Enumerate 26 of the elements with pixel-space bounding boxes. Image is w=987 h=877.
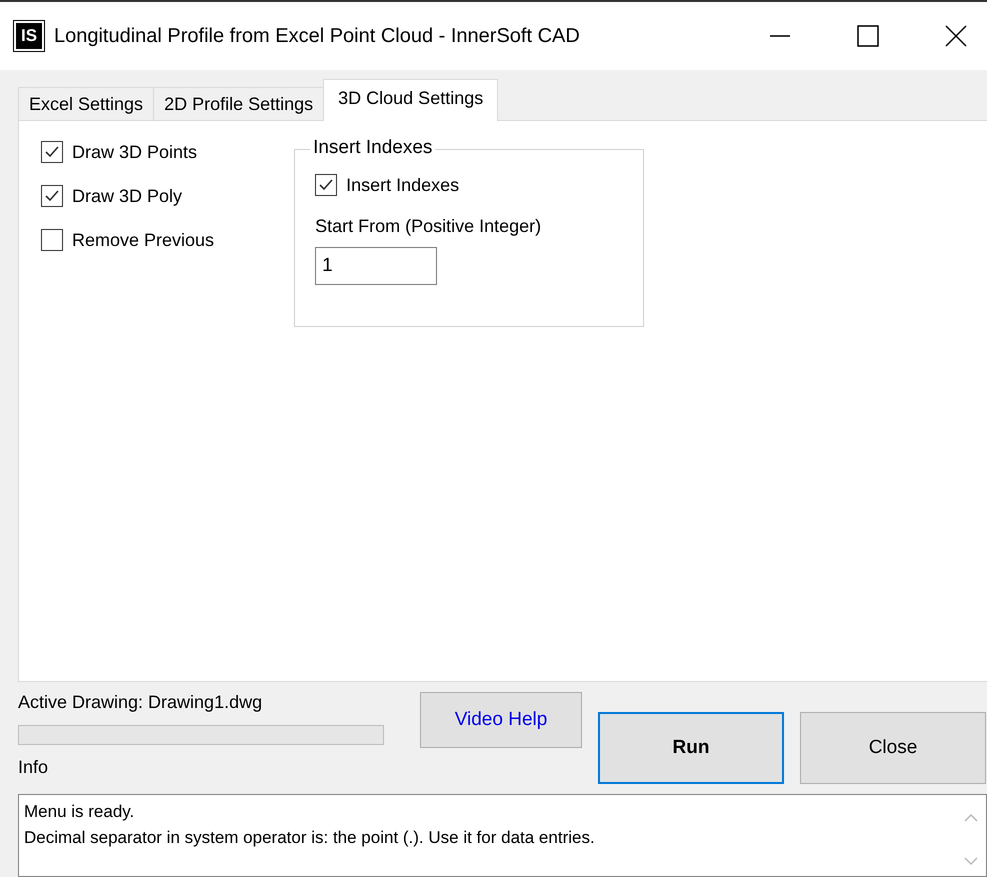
input-field[interactable]: 1 — [315, 247, 438, 285]
checkbox[interactable] — [41, 141, 63, 163]
check-icon — [318, 177, 334, 193]
checkbox-label: Insert Indexes — [346, 174, 460, 196]
check-icon — [44, 144, 60, 160]
checkbox-label: Remove Previous — [72, 230, 214, 250]
log-line: Menu is ready. — [24, 801, 136, 823]
close-button[interactable]: Close — [800, 712, 986, 784]
tab[interactable]: Excel Settings — [18, 87, 154, 120]
checkbox[interactable] — [41, 229, 63, 251]
checkbox[interactable] — [315, 174, 338, 196]
run-button[interactable]: Run — [598, 712, 784, 784]
maximize-icon[interactable] — [857, 25, 879, 47]
tab[interactable]: 3D Cloud Settings — [323, 79, 498, 121]
window-title: Longitudinal Profile from Excel Point Cloud - InnerSoft CAD — [54, 24, 580, 48]
video-help-button[interactable]: Video Help — [420, 692, 582, 748]
info-label: Info — [18, 757, 50, 778]
close-icon[interactable] — [945, 25, 967, 47]
checkbox-label: Draw 3D Points — [72, 142, 198, 162]
log-line: Decimal separator in system operator is: the point (.). Use it for data entries. — [24, 827, 596, 849]
checkbox-label: Draw 3D Poly — [72, 186, 182, 206]
active-drawing-label: Active Drawing: Drawing1.dwg — [18, 692, 264, 713]
check-icon — [44, 188, 60, 204]
field-label: Start From (Positive Integer) — [315, 216, 542, 237]
app-icon: IS — [14, 21, 44, 51]
checkbox[interactable] — [41, 185, 63, 207]
